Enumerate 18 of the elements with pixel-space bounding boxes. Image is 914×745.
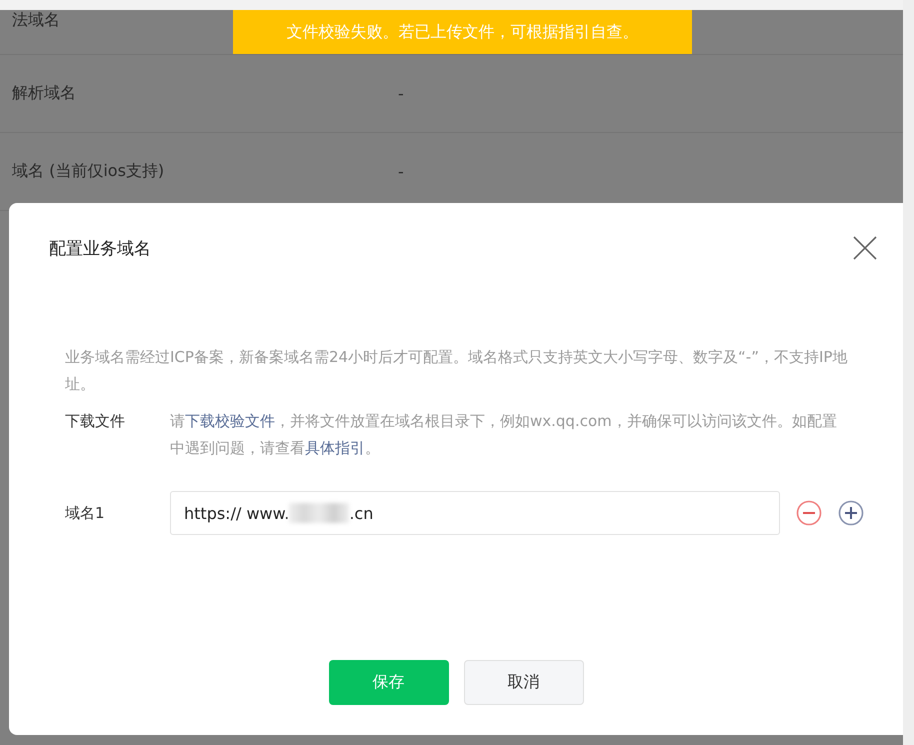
- row-value: -: [398, 84, 404, 103]
- dialog-title: 配置业务域名: [49, 238, 151, 260]
- add-icon[interactable]: [838, 500, 864, 526]
- link[interactable]: 下载校验文件: [185, 412, 275, 430]
- close-icon[interactable]: [853, 236, 877, 260]
- cancel-button[interactable]: 取消: [464, 660, 584, 705]
- input-field[interactable]: https:// www. .cn: [170, 491, 780, 535]
- remove-icon[interactable]: [796, 500, 822, 526]
- description-text: 业务域名需经过ICP备案，新备案域名需24小时后才可配置。域名格式只支持英文大小写字母、数字及“-”，不支持IP地址。: [65, 347, 848, 395]
- row-label: 解析域名: [12, 83, 77, 104]
- row-label: 域名 (当前仅ios支持): [12, 161, 166, 182]
- error-toast: 文件校验失败。若已上传文件，可根据指引自查。: [233, 10, 692, 54]
- field-label: 下载文件: [65, 411, 126, 432]
- instruction-text: 请下载校验文件，并将文件放置在域名根目录下，例如wx.qq.com，并确保可以访问该文件。如配置中遇到问题，请查看具体指引。: [170, 411, 838, 459]
- link[interactable]: 具体指引: [305, 439, 365, 457]
- row-label: 法域名: [12, 10, 61, 31]
- field-label: 域名1: [65, 502, 106, 524]
- row-value: -: [398, 162, 404, 181]
